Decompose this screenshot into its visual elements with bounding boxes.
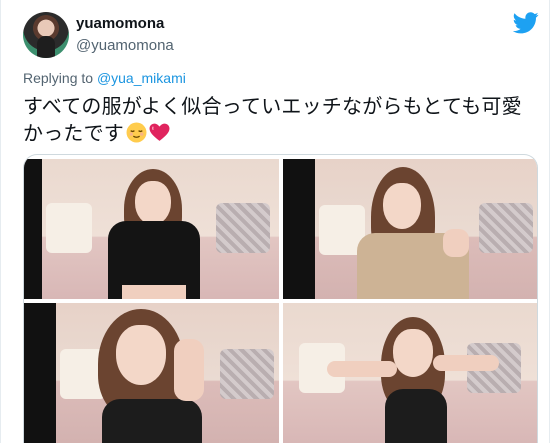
tweet-text-line1: すべての服がよく似合っていエッチながらもとても可愛: [23, 96, 522, 118]
tweet-text-line2: かったです: [23, 123, 124, 145]
photo-1[interactable]: [24, 159, 279, 299]
letterbox-bar: [24, 303, 56, 443]
twitter-bird-icon[interactable]: [513, 12, 539, 34]
photo-3[interactable]: [24, 303, 279, 443]
tweet-text: すべての服がよく似合っていエッチながらもとても可愛 かったです: [23, 94, 538, 148]
photo-4[interactable]: [283, 303, 537, 443]
photo-2[interactable]: [283, 159, 537, 299]
avatar[interactable]: [23, 12, 69, 58]
avatar-figure: [37, 36, 55, 58]
letterbox-bar: [24, 159, 42, 299]
pillow: [46, 203, 92, 253]
replying-prefix: Replying to: [23, 70, 97, 86]
relieved-face-emoji-icon: [126, 122, 147, 143]
display-name[interactable]: yuamomona: [76, 15, 164, 32]
letterbox-bar: [283, 159, 315, 299]
replying-to-line: Replying to @yua_mikami: [23, 70, 186, 86]
red-heart-emoji-icon: [149, 123, 170, 141]
media-grid[interactable]: [23, 154, 538, 443]
tweet-card: yuamomona @yuamomona Replying to @yua_mi…: [0, 0, 550, 443]
pillow: [216, 203, 270, 253]
user-handle[interactable]: @yuamomona: [76, 37, 174, 54]
reply-target-link[interactable]: @yua_mikami: [97, 70, 186, 86]
pillow: [220, 349, 274, 399]
pillow: [479, 203, 533, 253]
